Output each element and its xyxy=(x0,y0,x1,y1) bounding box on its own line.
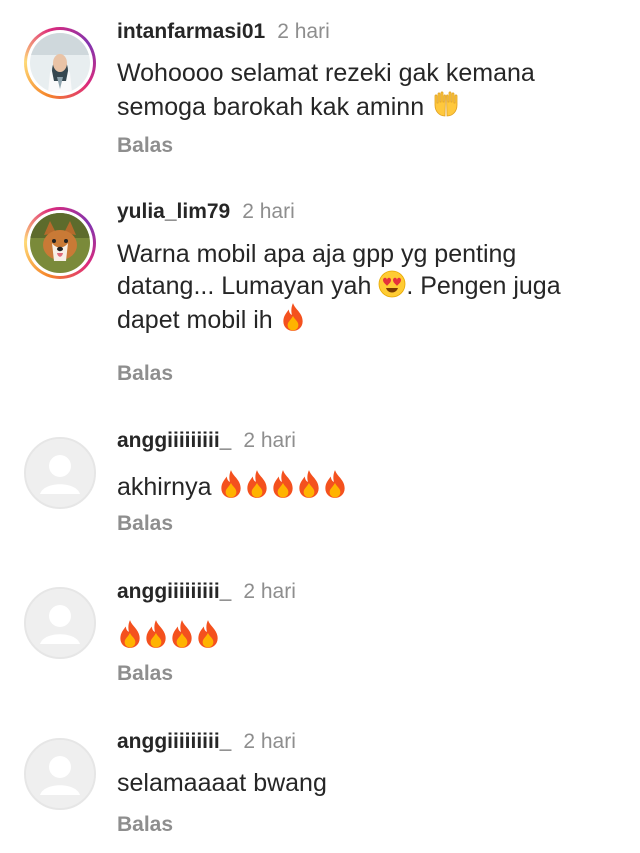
default-avatar-icon xyxy=(26,439,94,507)
fire-emoji xyxy=(280,302,306,332)
hands-icon xyxy=(434,91,458,117)
avatar[interactable] xyxy=(24,738,96,810)
fire-emoji xyxy=(296,469,322,499)
reply-button[interactable]: Balas xyxy=(117,512,173,536)
fire-emoji xyxy=(270,469,296,499)
avatar[interactable] xyxy=(24,437,96,509)
default-avatar-icon xyxy=(26,589,94,657)
fire-emoji xyxy=(218,469,244,499)
comment-username[interactable]: yulia_lim79 xyxy=(117,200,230,223)
comment-text: akhirnya xyxy=(117,469,617,503)
comment-text: Warna mobil apa aja gpp yg penting datan… xyxy=(117,240,561,334)
comment-username[interactable]: anggiiiiiiiii_ xyxy=(117,730,231,753)
comment-timestamp: 2 hari xyxy=(243,429,296,452)
reply-button[interactable]: Balas xyxy=(117,813,173,837)
reply-button[interactable]: Balas xyxy=(117,662,173,686)
avatar[interactable] xyxy=(24,587,96,659)
comment-username[interactable]: anggiiiiiiiii_ xyxy=(117,429,231,452)
profile-photo xyxy=(30,213,90,273)
fire-emoji xyxy=(195,619,221,649)
fire-emoji xyxy=(244,469,270,499)
fire-emoji-group xyxy=(218,473,348,501)
comment-text: Wohoooo selamat rezeki gak kemana semoga… xyxy=(117,59,535,121)
fire-emoji xyxy=(143,619,169,649)
avatar[interactable] xyxy=(24,207,96,279)
comment-timestamp: 2 hari xyxy=(243,580,296,603)
comment-username[interactable]: intanfarmasi01 xyxy=(117,20,265,43)
reply-button[interactable]: Balas xyxy=(117,134,173,158)
comment-text xyxy=(117,619,617,653)
fire-emoji xyxy=(117,619,143,649)
reply-button[interactable]: Balas xyxy=(117,362,173,386)
comment-text: selamaaaat bwang xyxy=(117,769,327,797)
default-avatar-icon xyxy=(26,740,94,808)
comment-username[interactable]: anggiiiiiiiii_ xyxy=(117,580,231,603)
fire-emoji-group xyxy=(117,623,221,651)
fire-emoji xyxy=(169,619,195,649)
comment-timestamp: 2 hari xyxy=(277,20,330,43)
comment-timestamp: 2 hari xyxy=(243,730,296,753)
comment-timestamp: 2 hari xyxy=(242,200,295,223)
profile-photo xyxy=(30,33,90,93)
avatar[interactable] xyxy=(24,27,96,99)
fire-emoji xyxy=(322,469,348,499)
heart-eyes-emoji xyxy=(378,270,406,298)
